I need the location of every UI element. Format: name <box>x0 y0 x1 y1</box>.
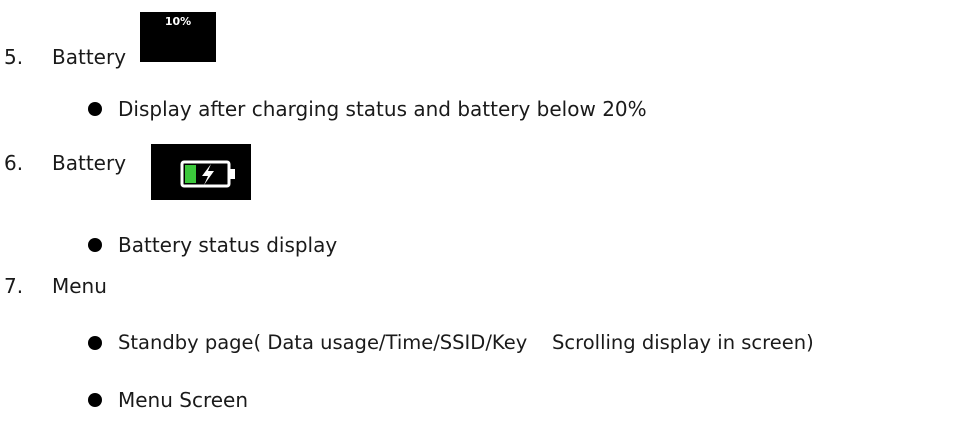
battery-percent-icon: 10% <box>140 12 216 62</box>
item-number: 7. <box>4 274 24 298</box>
battery-percent-text: 10% <box>164 15 192 28</box>
item-label: Battery <box>52 45 127 69</box>
battery-charging-icon <box>151 144 251 200</box>
bullet-icon <box>88 393 102 407</box>
item-label: Menu <box>52 274 107 298</box>
item-label: Battery <box>52 151 127 175</box>
bullet-text: Battery status display <box>118 233 338 257</box>
battery-charging-svg <box>180 160 235 188</box>
bullet-text: Display after charging status and batter… <box>118 97 647 121</box>
bullet-text: Standby page( Data usage/Time/SSID/Key S… <box>118 331 814 354</box>
item-number: 5. <box>4 45 24 69</box>
bullet-icon <box>88 336 102 350</box>
bullet-text: Menu Screen <box>118 388 249 412</box>
item-number: 6. <box>4 151 24 175</box>
bullet-icon <box>88 102 102 116</box>
bullet-icon <box>88 238 102 252</box>
